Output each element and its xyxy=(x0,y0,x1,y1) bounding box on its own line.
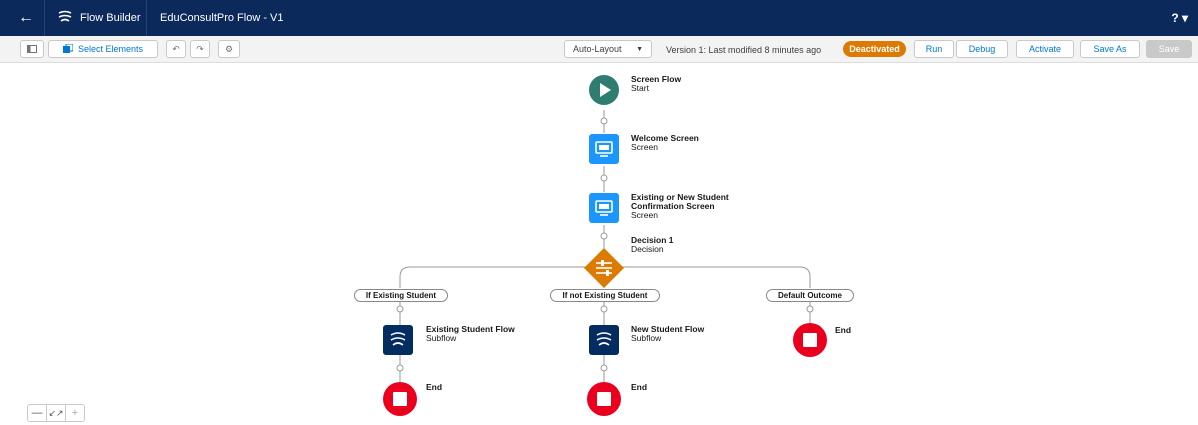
settings-button[interactable]: ⚙ xyxy=(218,40,240,58)
back-arrow-icon[interactable]: ← xyxy=(18,9,34,27)
undo-icon: ↶ xyxy=(172,43,180,54)
activate-button[interactable]: Activate xyxy=(1016,40,1074,58)
help-menu[interactable]: ? ▾ xyxy=(1171,11,1188,25)
confirmation-screen-label: Existing or New Student Confirmation Scre… xyxy=(631,192,729,220)
status-badge: Deactivated xyxy=(843,41,906,57)
default-end-label: End xyxy=(835,325,852,335)
outcome-not-existing-student[interactable]: If not Existing Student xyxy=(550,289,660,302)
undo-button[interactable]: ↶ xyxy=(166,40,186,58)
stop-icon xyxy=(383,382,417,416)
decision-label: Decision 1 Decision xyxy=(631,235,674,254)
subflow-icon xyxy=(383,325,413,355)
run-button[interactable]: Run xyxy=(914,40,954,58)
start-node[interactable] xyxy=(589,75,619,105)
select-elements-button[interactable]: Select Elements xyxy=(48,40,158,58)
fit-view-button[interactable]: ↙↗ xyxy=(47,405,66,421)
flow-title: EduConsultPro Flow - V1 xyxy=(160,12,284,24)
select-elements-label: Select Elements xyxy=(77,44,144,54)
layout-mode-value: Auto-Layout xyxy=(573,44,622,54)
new-end-node[interactable] xyxy=(587,382,621,416)
new-student-subflow-label: New Student Flow Subflow xyxy=(631,324,705,343)
toggle-panel-button[interactable] xyxy=(20,40,44,58)
version-status: Version 1: Last modified 8 minutes ago xyxy=(666,45,822,55)
default-end-node[interactable] xyxy=(793,323,827,357)
app-name: Flow Builder xyxy=(80,12,141,24)
screen-icon xyxy=(589,134,619,164)
confirmation-screen-node[interactable] xyxy=(589,193,619,223)
flow-canvas[interactable]: Screen Flow Start Welcome Screen Screen Ex… xyxy=(0,63,1198,425)
new-student-subflow-node[interactable] xyxy=(589,325,619,355)
stop-icon xyxy=(793,323,827,357)
zoom-out-button[interactable]: — xyxy=(28,405,47,421)
save-button[interactable]: Save xyxy=(1146,40,1192,58)
connector-lines xyxy=(396,110,814,383)
select-elements-icon xyxy=(62,44,73,53)
redo-icon: ↷ xyxy=(196,43,204,54)
screen-icon xyxy=(589,193,619,223)
save-as-button[interactable]: Save As xyxy=(1080,40,1140,58)
plus-icon: + xyxy=(71,407,79,419)
existing-end-node[interactable] xyxy=(383,382,417,416)
decision-icon xyxy=(584,248,624,288)
chevron-down-icon: ▼ xyxy=(636,45,643,53)
outcome-default[interactable]: Default Outcome xyxy=(766,289,854,302)
redo-button[interactable]: ↷ xyxy=(190,40,210,58)
decision-node[interactable] xyxy=(583,247,625,289)
outcome-existing-student[interactable]: If Existing Student xyxy=(354,289,448,302)
welcome-screen-label: Welcome Screen Screen xyxy=(631,133,699,152)
zoom-in-button[interactable]: + xyxy=(66,405,84,421)
minus-icon: — xyxy=(31,407,43,419)
new-end-label: End xyxy=(631,382,648,392)
existing-student-subflow-label: Existing Student Flow Subflow xyxy=(426,324,515,343)
subflow-icon xyxy=(589,325,619,355)
header-divider xyxy=(44,0,45,36)
stop-icon xyxy=(587,382,621,416)
welcome-screen-node[interactable] xyxy=(589,134,619,164)
fit-to-screen-icon: ↙↗ xyxy=(48,407,64,418)
flow-builder-icon xyxy=(58,10,72,22)
toolbar: Select Elements ↶ ↷ ⚙ Auto-Layout ▼ Vers… xyxy=(0,36,1198,63)
layout-mode-select[interactable]: Auto-Layout ▼ xyxy=(564,40,652,58)
zoom-controls: — ↙↗ + xyxy=(27,404,85,422)
existing-student-subflow-node[interactable] xyxy=(383,325,413,355)
debug-button[interactable]: Debug xyxy=(956,40,1008,58)
header-bar: ← Flow Builder EduConsultPro Flow - V1 ?… xyxy=(0,0,1198,36)
start-node-label: Screen Flow Start xyxy=(631,74,682,93)
gear-icon: ⚙ xyxy=(224,43,234,54)
existing-end-label: End xyxy=(426,382,443,392)
header-divider xyxy=(146,0,147,36)
panel-icon xyxy=(27,45,37,53)
play-icon xyxy=(589,75,619,105)
